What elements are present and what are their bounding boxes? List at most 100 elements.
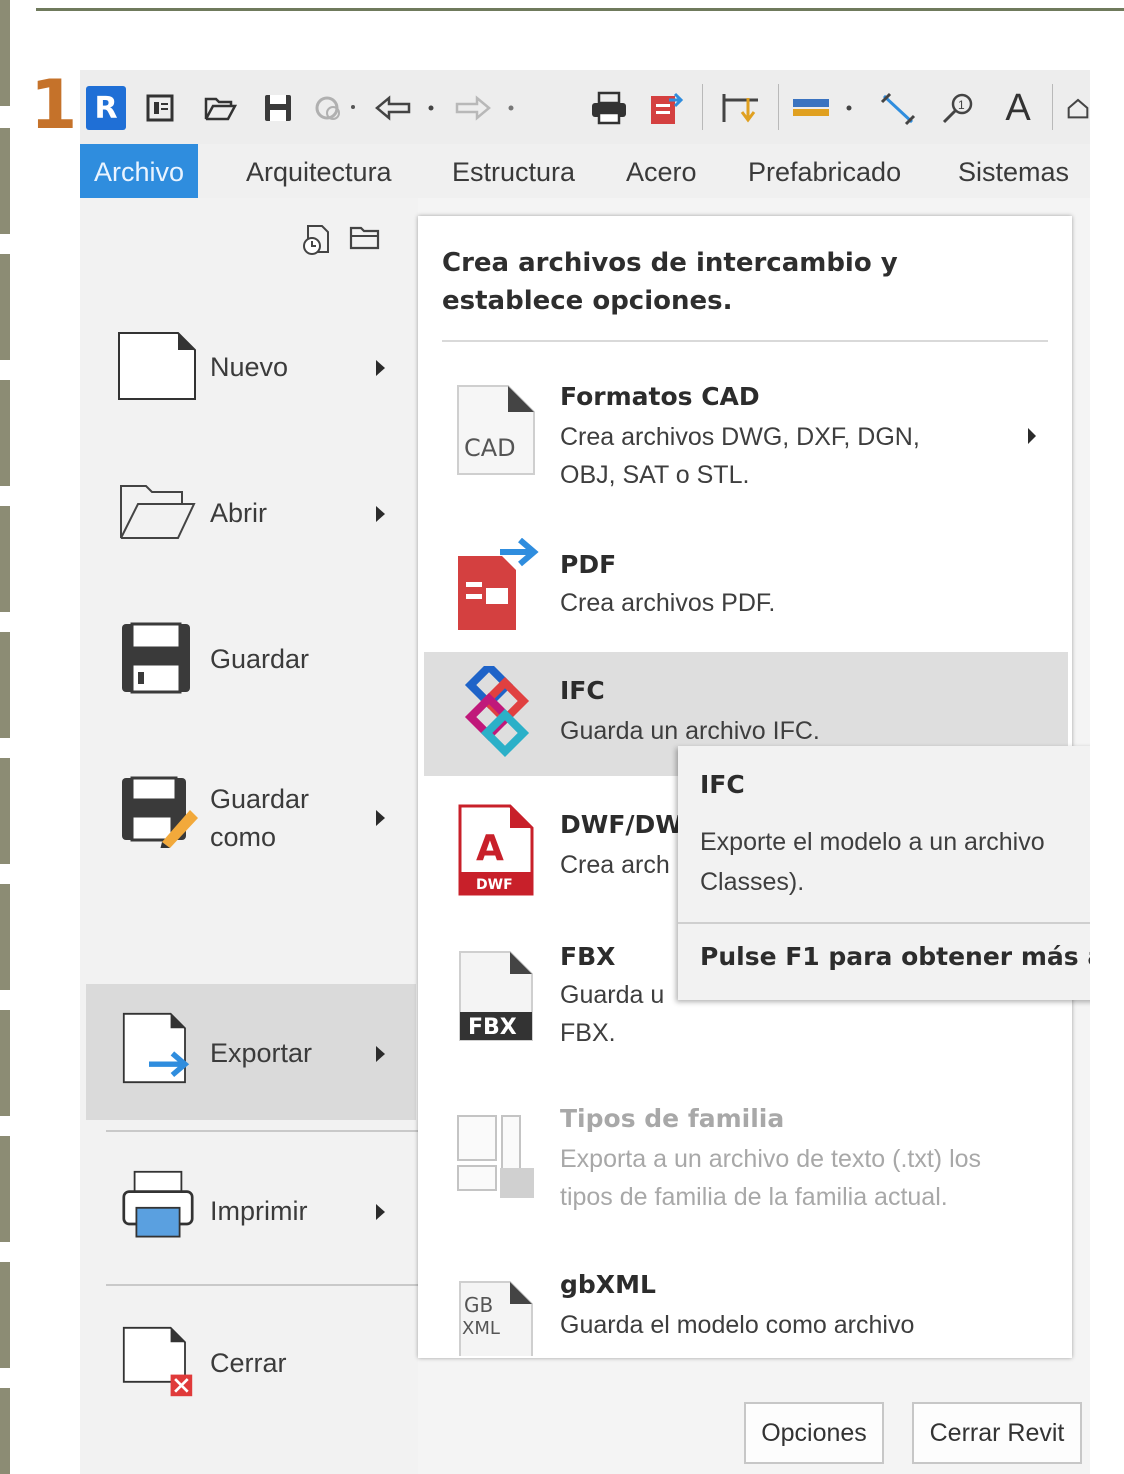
submenu-arrow-icon <box>1028 428 1036 444</box>
menu-item-exportar[interactable]: Exportar <box>86 984 416 1120</box>
menu-item-label: Guardar <box>210 644 310 674</box>
svg-text:XML: XML <box>462 1318 500 1339</box>
step-number: 1 <box>30 66 78 145</box>
margin-stripe <box>0 254 10 360</box>
tooltip-help-text: Pulse F1 para obtener más ay <box>700 942 1090 971</box>
tooltip-title: IFC <box>700 770 745 799</box>
save-as-icon <box>122 776 198 848</box>
tab-arquitectura[interactable]: Arquitectura <box>246 144 392 198</box>
quick-access-toolbar: R 1 A <box>80 70 1090 144</box>
export-cad-formats[interactable]: CAD Formatos CAD Crea archivos DWG, DXF,… <box>424 366 1068 496</box>
toolbar-separator <box>702 84 703 130</box>
menu-item-label: Cerrar <box>210 1348 287 1378</box>
heading-divider <box>442 340 1048 342</box>
tooltip-body-line: Exporte el modelo a un archivo <box>700 828 1045 856</box>
export-icon[interactable] <box>646 82 686 134</box>
margin-stripe <box>0 128 10 234</box>
svg-text:A: A <box>476 828 504 869</box>
exit-revit-button[interactable]: Cerrar Revit <box>912 1402 1082 1464</box>
margin-stripe <box>0 1136 10 1242</box>
menu-item-abrir[interactable]: Abrir <box>80 454 418 574</box>
measure-icon[interactable] <box>788 82 860 134</box>
export-icon <box>122 1012 190 1084</box>
print-icon <box>122 1170 194 1238</box>
options-button[interactable]: Opciones <box>744 1402 884 1464</box>
menu-item-guardar-como[interactable]: Guardar como <box>80 746 418 896</box>
text-icon[interactable]: A <box>998 82 1038 134</box>
fbx-file-icon: FBX <box>459 951 533 1041</box>
export-pdf[interactable]: PDF Crea archivos PDF. <box>424 534 1068 644</box>
entry-description-continued: FBX. <box>560 1019 616 1047</box>
revit-logo[interactable]: R <box>86 86 126 130</box>
svg-text:1: 1 <box>958 98 965 112</box>
submenu-arrow-icon <box>376 1046 385 1062</box>
menu-item-label: Nuevo <box>210 352 289 382</box>
menu-item-imprimir[interactable]: Imprimir <box>80 1142 418 1278</box>
save-icon[interactable] <box>258 82 298 134</box>
entry-title: FBX <box>560 942 616 971</box>
menu-item-cerrar[interactable]: Cerrar <box>80 1296 418 1432</box>
open-documents-icon[interactable] <box>348 222 384 261</box>
tab-acero[interactable]: Acero <box>626 144 697 198</box>
print-icon[interactable] <box>588 82 630 134</box>
dimension-icon[interactable] <box>876 82 920 134</box>
entry-description: Guarda un archivo IFC. <box>560 717 820 745</box>
submenu-arrow-icon <box>376 1204 385 1220</box>
svg-text:GB: GB <box>464 1293 493 1317</box>
menu-item-label: Guardar como <box>210 784 310 852</box>
submenu-arrow-icon <box>376 360 385 376</box>
entry-title: Tipos de familia <box>560 1104 785 1133</box>
margin-stripe <box>0 1262 10 1368</box>
page-top-rule <box>36 8 1124 11</box>
entry-description: Exporta a un archivo de texto (.txt) los… <box>560 1145 982 1211</box>
menu-item-nuevo[interactable]: Nuevo <box>80 308 418 428</box>
gbxml-file-icon: GBXML <box>459 1281 533 1356</box>
export-family-types: Tipos de familia Exporta a un archivo de… <box>424 1096 1068 1226</box>
save-icon <box>122 622 190 694</box>
ribbon-tabs: Archivo Arquitectura Estructura Acero Pr… <box>80 144 1090 198</box>
tooltip-body-line: Classes). <box>700 868 805 896</box>
svg-text:CAD: CAD <box>464 434 516 462</box>
tooltip-divider <box>678 922 1090 924</box>
margin-stripe <box>0 1388 10 1474</box>
entry-description: Crea archivos DWG, DXF, DGN, OBJ, SAT o … <box>560 423 920 489</box>
pin-icon[interactable] <box>716 82 766 134</box>
application-menu: Nuevo Abrir Guardar Guardar como Exporta… <box>80 198 418 1474</box>
tab-estructura[interactable]: Estructura <box>452 144 575 198</box>
svg-text:FBX: FBX <box>468 1015 517 1040</box>
submenu-arrow-icon <box>376 506 385 522</box>
entry-title: Formatos CAD <box>560 382 760 411</box>
tab-archivo[interactable]: Archivo <box>80 144 199 198</box>
tab-sistemas[interactable]: Sistemas <box>958 144 1069 198</box>
tooltip-body: Exporte el modelo a un archivo Classes). <box>700 822 1090 902</box>
entry-title: PDF <box>560 550 617 579</box>
cad-file-icon: CAD <box>457 385 535 475</box>
redo-icon[interactable] <box>452 82 524 134</box>
tab-prefabricado[interactable]: Prefabricado <box>748 144 901 198</box>
submenu-arrow-icon <box>376 810 385 826</box>
3d-view-icon[interactable] <box>1066 82 1090 134</box>
family-types-icon <box>457 1115 534 1198</box>
entry-title: DWF/DW <box>560 810 683 839</box>
sync-icon[interactable] <box>310 82 362 134</box>
recent-documents-icon[interactable] <box>300 222 334 261</box>
tag-icon[interactable]: 1 <box>936 82 980 134</box>
export-gbxml[interactable]: GB XML gbXML Guarda el modelo como archiv… <box>424 1260 1068 1356</box>
submenu-heading: Crea archivos de intercambio y establece… <box>442 248 898 316</box>
menu-divider <box>106 1130 418 1132</box>
open-folder-icon <box>120 485 196 539</box>
margin-stripe <box>0 380 10 486</box>
home-icon[interactable] <box>140 82 180 134</box>
entry-description: Crea archivos PDF. <box>560 589 776 617</box>
undo-icon[interactable] <box>372 82 444 134</box>
open-icon[interactable] <box>198 82 242 134</box>
margin-stripe <box>0 0 10 106</box>
entry-title: IFC <box>560 676 605 705</box>
toolbar-separator <box>778 84 779 130</box>
margin-stripe <box>0 758 10 864</box>
toolbar-separator <box>1052 84 1053 130</box>
margin-stripe <box>0 632 10 738</box>
pdf-file-icon <box>458 538 539 630</box>
menu-item-guardar[interactable]: Guardar <box>80 600 418 720</box>
menu-divider <box>106 1284 418 1286</box>
